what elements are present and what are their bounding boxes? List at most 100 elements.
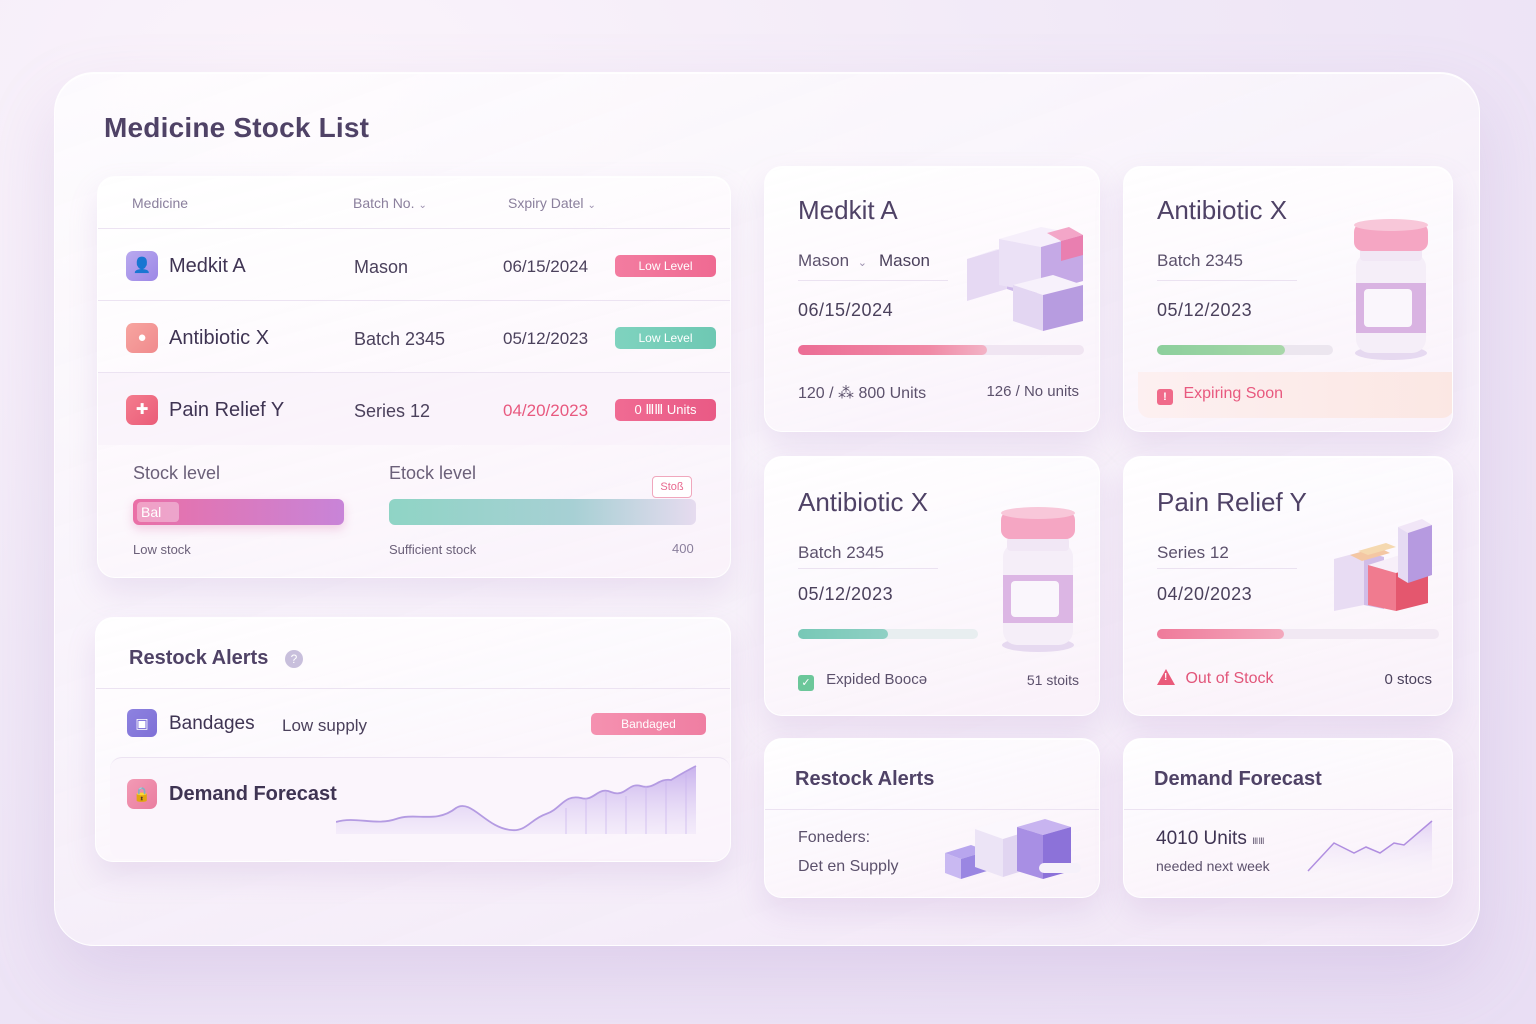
sufficient-stock-bar <box>389 499 696 525</box>
table-row[interactable]: ● Antibiotic X Batch 2345 05/12/2023 Low… <box>98 301 730 373</box>
status-badge: 0 ⅢⅢ Units <box>615 399 716 421</box>
stock-table-card: Medicine Batch No. ⌄ Sxpiry Datel ⌄ 👤 Medk… <box>97 176 731 578</box>
stock-value: 400 <box>672 541 694 556</box>
status-label: Out of Stock <box>1185 670 1274 687</box>
alert-icon: ! <box>1157 389 1173 405</box>
pill-bottle-illustration <box>1354 219 1428 360</box>
card-batch: Batch 2345 <box>798 543 885 562</box>
stock-progress-track <box>1157 345 1333 355</box>
card-date: 05/12/2023 <box>1157 300 1253 320</box>
status-badge: Low Level <box>615 327 716 349</box>
restock-badge[interactable]: Bandaged <box>591 713 706 735</box>
low-stock-bar: Bal <box>133 499 344 525</box>
stock-tag: Stoß <box>652 476 692 498</box>
card-date: 05/12/2023 <box>798 584 894 604</box>
card-count: 51 stoits <box>1026 672 1079 688</box>
forecast-sparkline <box>1307 820 1433 873</box>
card-date: 04/20/2023 <box>1157 584 1253 604</box>
row-batch: Batch 2345 <box>354 329 446 349</box>
forecast-caption: needed next week <box>1156 858 1270 874</box>
row-medicine-name: Antibiotic X <box>169 327 270 349</box>
card-title: Medkit A <box>798 195 898 225</box>
restock-line: Det en Supply <box>798 858 899 875</box>
column-header-label: Batch No. <box>353 195 415 211</box>
page-title: Medicine Stock List <box>104 112 370 143</box>
divider <box>765 809 1099 810</box>
units-right: 126 / No units <box>986 383 1079 400</box>
help-icon[interactable]: ? <box>285 650 303 668</box>
row-batch: Mason <box>354 257 409 277</box>
lock-icon: 🔒 <box>127 779 157 809</box>
pain-relief-card[interactable]: Pain Relief Y Series 12 04/20/2023 ! Out… <box>1123 456 1453 716</box>
column-header-batch[interactable]: Batch No. ⌄ <box>353 195 427 211</box>
table-header: Medicine Batch No. ⌄ Sxpiry Datel ⌄ <box>98 177 730 229</box>
status-label: Expided Boocə <box>826 671 928 688</box>
divider <box>1157 280 1297 281</box>
stock-progress-fill <box>798 629 888 639</box>
chevron-down-icon: ⌄ <box>418 200 427 211</box>
stock-progress-track <box>1157 629 1439 639</box>
boxes-illustration <box>1334 519 1432 611</box>
demand-forecast-chart <box>336 765 697 834</box>
restock-item-name: Bandages <box>169 713 255 734</box>
restock-alerts-card[interactable]: Restock Alerts Foneders: Det en Supply <box>764 738 1100 898</box>
card-title: Antibiotic X <box>798 487 929 517</box>
low-stock-caption: Low stock <box>133 542 191 557</box>
card-field[interactable]: Mason ⌄ Mason <box>798 251 930 271</box>
stock-progress-track <box>798 629 978 639</box>
card-date: 06/15/2024 <box>798 300 894 320</box>
card-title: Demand Forecast <box>1154 768 1322 790</box>
expiring-alert-text: ! Expiring Soon <box>1157 385 1283 405</box>
expiring-alert: ! Expiring Soon <box>1138 372 1452 418</box>
chevron-down-icon: ⌄ <box>857 257 867 269</box>
divider <box>798 280 948 281</box>
stock-progress-fill <box>1157 345 1286 355</box>
restock-alerts-title: Restock Alerts <box>129 647 269 669</box>
check-icon: ✓ <box>798 675 814 691</box>
stock-progress-track <box>798 345 1084 355</box>
pill-bottle-illustration <box>1001 507 1075 652</box>
card-count: 0 stocs <box>1384 671 1432 688</box>
demand-forecast-row[interactable]: 🔒 Demand Forecast <box>110 757 730 859</box>
card-batch: Batch 2345 <box>1157 251 1244 270</box>
medkit-card[interactable]: Medkit A Mason ⌄ Mason 06/15/2024 120 / ⁂… <box>764 166 1100 432</box>
row-medicine-name: Medkit A <box>169 255 246 277</box>
restock-item-note: Low supply <box>282 716 368 735</box>
column-header-label: Medicine <box>132 195 189 211</box>
pill-icon: ● <box>126 323 158 353</box>
table-row[interactable]: ✚ Pain Relief Y Series 12 04/20/2023 0 Ⅲ… <box>98 373 730 445</box>
stock-progress-fill <box>798 345 987 355</box>
boxes-illustration <box>945 819 1081 879</box>
row-expiry: 06/15/2024 <box>503 257 589 276</box>
divider <box>1157 568 1297 569</box>
divider <box>1124 809 1452 810</box>
stock-level-label: Etock level <box>389 463 477 483</box>
row-expiry: 05/12/2023 <box>503 329 589 348</box>
card-title: Restock Alerts <box>795 768 935 790</box>
warning-icon: ! <box>1157 669 1175 685</box>
column-header-expiry[interactable]: Sxpiry Datel ⌄ <box>508 195 596 211</box>
row-batch: Series 12 <box>354 401 431 421</box>
bandage-icon: ✚ <box>126 395 158 425</box>
row-medicine-name: Pain Relief Y <box>169 399 285 421</box>
row-expiry: 04/20/2023 <box>503 401 589 420</box>
sufficient-stock-caption: Sufficient stock <box>389 542 477 557</box>
forecast-units: 4010 Units ⅢⅢ <box>1156 828 1265 850</box>
card-status: ✓ Expided Boocə <box>798 671 927 691</box>
card-title: Pain Relief Y <box>1157 487 1307 517</box>
column-header-medicine[interactable]: Medicine <box>132 195 188 211</box>
restock-alerts-panel: Restock Alerts ? ▣ Bandages Low supply B… <box>95 617 731 862</box>
forecast-units-suffix: ⅢⅢ <box>1252 836 1265 846</box>
bar-tag: Bal <box>137 502 179 522</box>
alert-label: Expiring Soon <box>1183 385 1284 402</box>
table-row[interactable]: 👤 Medkit A Mason 06/15/2024 Low Level <box>98 229 730 301</box>
card-title: Antibiotic X <box>1157 195 1288 225</box>
antibiotic-card[interactable]: Antibiotic X Batch 2345 05/12/2023 ! Exp… <box>1123 166 1453 432</box>
column-header-label: Sxpiry Datel <box>508 195 584 211</box>
box-icon: ▣ <box>127 709 157 737</box>
demand-forecast-card[interactable]: Demand Forecast 4010 Units ⅢⅢ needed nex… <box>1123 738 1453 898</box>
divider <box>798 568 938 569</box>
demand-forecast-title: Demand Forecast <box>169 783 337 805</box>
field-label: Mason <box>798 251 850 270</box>
antibiotic-card[interactable]: Antibiotic X Batch 2345 05/12/2023 ✓ Exp… <box>764 456 1100 716</box>
